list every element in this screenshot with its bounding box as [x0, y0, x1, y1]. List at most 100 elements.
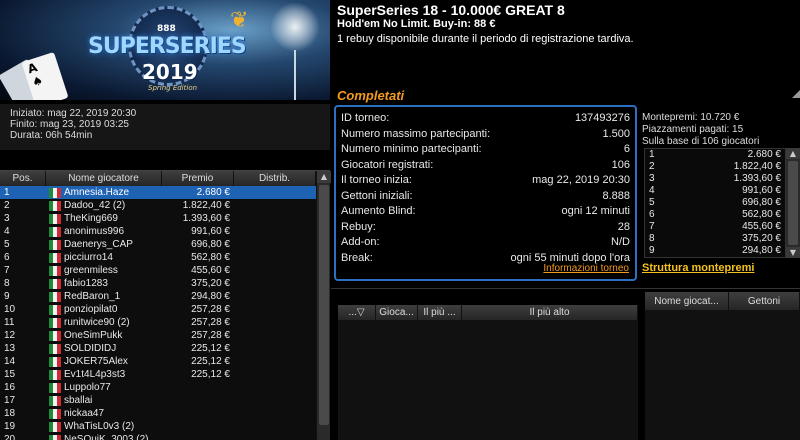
player-prize: 225,12 € [191, 356, 230, 367]
prize-structure-link[interactable]: Struttura montepremi [642, 262, 754, 274]
player-name: TheKing669 [64, 213, 118, 224]
prize-pool-summary: Montepremi: 10.720 € Piazzamenti pagati:… [642, 112, 800, 148]
player-name: RedBaron_1 [64, 291, 121, 302]
table-row[interactable]: 7 greenmiless 455,60 € [0, 264, 330, 277]
duration: Durata: 06h 54min [10, 130, 93, 141]
table-row[interactable]: 8 fabio1283 375,20 € [0, 277, 330, 290]
column-header-players[interactable]: Gioca... [376, 305, 418, 320]
column-header-prize[interactable]: Premio [162, 171, 234, 186]
scroll-up-icon[interactable]: ▲ [786, 148, 800, 159]
player-distrib [234, 342, 314, 355]
scrollbar-thumb[interactable] [319, 185, 329, 425]
table-row[interactable]: 9 RedBaron_1 294,80 € [0, 290, 330, 303]
info-value: 8.888 [602, 189, 630, 202]
flag-cell [46, 368, 64, 381]
prize-structure-row: 2 1.822,40 € [645, 161, 785, 173]
started-time: Iniziato: mag 22, 2019 20:30 [10, 108, 137, 119]
table-row[interactable]: 13 SOLDIDIDJ 225,12 € [0, 342, 330, 355]
player-distrib [234, 186, 314, 199]
table-row[interactable]: 15 Ev1t4L4p3st3 225,12 € [0, 368, 330, 381]
table-row[interactable]: 10 ponziopilat0 257,28 € [0, 303, 330, 316]
scroll-up-icon[interactable]: ▲ [317, 171, 331, 183]
player-position: 1 [4, 187, 10, 198]
flag-cell [46, 329, 64, 342]
table-row[interactable]: 1 Amnesia.Haze 2.680 € [0, 186, 330, 199]
table-row[interactable]: 11 runitwice90 (2) 257,28 € [0, 316, 330, 329]
tournament-info-link[interactable]: Informazioni torneo [543, 263, 629, 274]
italy-flag-icon [49, 395, 61, 406]
flag-cell [46, 433, 64, 440]
tables-list-header: ...▽ Gioca... Il più ... Il più alto [338, 305, 638, 320]
info-value: 28 [617, 220, 630, 233]
table-row[interactable]: 18 nickaa47 [0, 407, 330, 420]
table-row[interactable]: 19 WhaTisL0v3 (2) [0, 420, 330, 433]
info-row: Il torneo inizia: mag 22, 2019 20:30 [341, 173, 630, 189]
dandelion-stem-decoration [294, 50, 296, 100]
flag-cell [46, 251, 64, 264]
player-prize: 225,12 € [191, 369, 230, 380]
table-row[interactable]: 2 Dadoo_42 (2) 1.822,40 € [0, 199, 330, 212]
prize-structure-table: 1 2.680 €2 1.822,40 €3 1.393,60 €4 991,60 €5… [644, 148, 786, 258]
italy-flag-icon [49, 239, 61, 250]
italy-flag-icon [49, 200, 61, 211]
table-row[interactable]: 17 sballai [0, 394, 330, 407]
scrollbar-thumb[interactable] [788, 161, 798, 245]
info-label: Il torneo inizia: [341, 174, 412, 186]
table-players-body [645, 310, 800, 440]
flag-cell [46, 225, 64, 238]
prize-place: 5 [649, 197, 655, 208]
table-row[interactable]: 6 picciurro14 562,80 € [0, 251, 330, 264]
players-scrollbar[interactable]: ▲ [316, 171, 331, 440]
finished-time: Finito: mag 23, 2019 03:25 [10, 119, 129, 130]
table-row[interactable]: 5 Daenerys_CAP 696,80 € [0, 238, 330, 251]
player-position: 7 [4, 265, 10, 276]
table-row[interactable]: 12 OneSimPukk 257,28 € [0, 329, 330, 342]
player-name: anonimus996 [64, 226, 125, 237]
column-header-chips[interactable]: Gettoni [729, 292, 800, 310]
tournament-title: SuperSeries 18 - 10.000€ GREAT 8 [337, 2, 565, 18]
resize-corner-icon[interactable] [792, 90, 800, 98]
info-row: ID torneo: 137493276 [341, 111, 630, 127]
prize-structure-row: 1 2.680 € [645, 149, 785, 161]
italy-flag-icon [49, 265, 61, 276]
player-distrib [234, 420, 314, 433]
column-header-name[interactable]: Nome giocatore [46, 171, 162, 186]
player-distrib [234, 381, 314, 394]
flag-cell [46, 212, 64, 225]
info-value: 137493276 [574, 112, 630, 124]
prize-place: 1 [649, 149, 655, 160]
column-header-distrib[interactable]: Distrib. [234, 171, 316, 186]
player-name: runitwice90 (2) [64, 317, 130, 328]
column-header-player-name[interactable]: Nome giocat... [645, 292, 729, 310]
flag-cell [46, 407, 64, 420]
prize-place: 3 [649, 173, 655, 184]
column-header-pos[interactable]: Pos. [0, 171, 46, 186]
table-row[interactable]: 14 JOKER75Alex 225,12 € [0, 355, 330, 368]
italy-flag-icon [49, 369, 61, 380]
player-name: SOLDIDIDJ [64, 343, 117, 354]
table-row[interactable]: 3 TheKing669 1.393,60 € [0, 212, 330, 225]
player-prize: 225,12 € [191, 343, 230, 354]
tournament-status: Completati [337, 88, 405, 103]
prize-place: 10 [649, 257, 660, 258]
prize-place: 4 [649, 185, 655, 196]
player-prize: 455,60 € [191, 265, 230, 276]
table-row[interactable]: 16 Luppolo77 [0, 381, 330, 394]
italy-flag-icon [49, 317, 61, 328]
player-prize: 2.680 € [196, 187, 230, 198]
table-row[interactable]: 4 anonimus996 991,60 € [0, 225, 330, 238]
scroll-down-icon[interactable]: ▼ [786, 247, 800, 258]
prize-structure-scrollbar[interactable]: ▲ ▼ [786, 148, 800, 258]
prize-amount: 1.393,60 € [733, 173, 781, 184]
info-label: Numero minimo partecipanti: [341, 143, 482, 155]
column-header-highest[interactable]: Il più alto [462, 305, 638, 320]
info-value: N/D [611, 236, 630, 248]
column-header-lowest[interactable]: Il più ... [418, 305, 462, 320]
info-value: 106 [611, 158, 630, 171]
player-position: 19 [4, 421, 16, 432]
column-header-table-sort[interactable]: ...▽ [338, 305, 376, 320]
italy-flag-icon [49, 356, 61, 367]
player-position: 16 [4, 382, 16, 393]
flag-cell [46, 420, 64, 433]
table-row[interactable]: 20 NeSQuiK_3003 (2) [0, 433, 330, 440]
